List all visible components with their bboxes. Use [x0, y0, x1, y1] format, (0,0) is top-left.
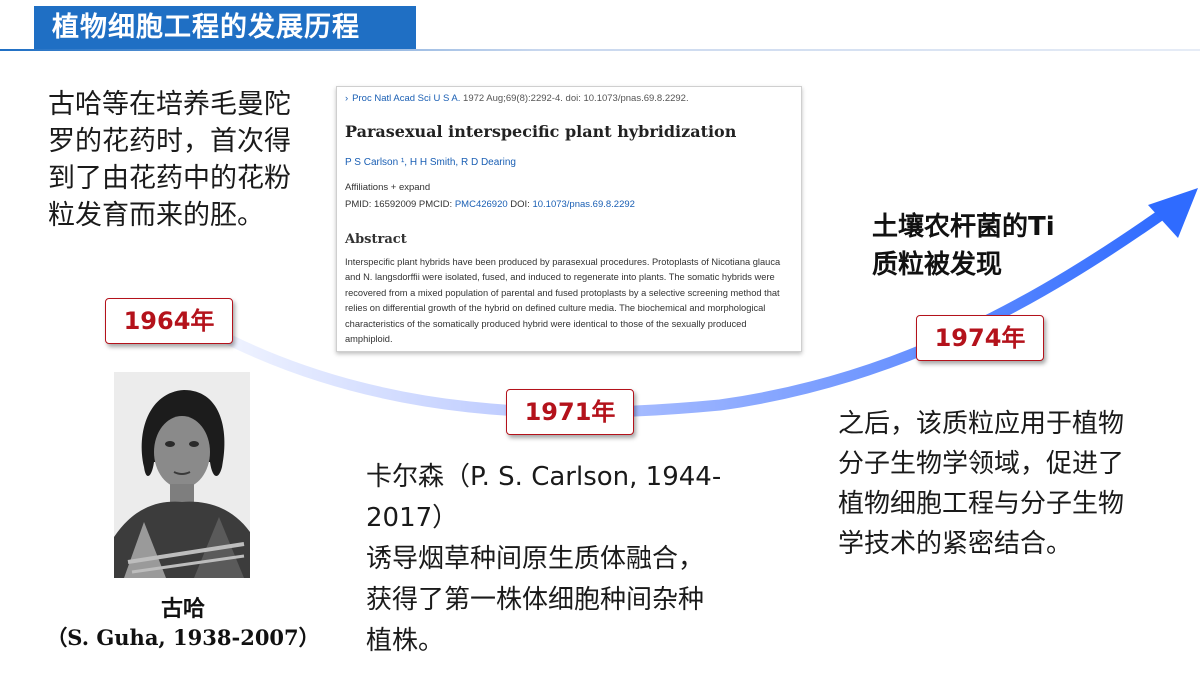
guha-portrait-photo [114, 372, 250, 578]
paper-pmcid-link[interactable]: PMC426920 [455, 199, 508, 210]
event-1971-text: 卡尔森（P. S. Carlson, 1944-2017） 诱导烟草种间原生质体… [366, 457, 786, 662]
journal-meta: 1972 Aug;69(8):2292-4. doi: 10.1073/pnas… [460, 93, 689, 104]
journal-name[interactable]: Proc Natl Acad Sci U S A. [352, 93, 460, 104]
paper-ids: PMID: 16592009 PMCID: PMC426920 DOI: 10.… [345, 199, 793, 210]
paper-title: Parasexual interspecific plant hybridiza… [345, 122, 737, 141]
portrait-caption-detail: （S. Guha, 1938-2007） [46, 625, 320, 650]
event-1974-title-line-2: 质粒被发现 [872, 250, 1003, 280]
event-1971-line-2: 诱导烟草种间原生质体融合， [366, 544, 705, 574]
portrait-caption-name: 古哈 [160, 596, 205, 622]
paper-doi-label: DOI: [507, 199, 533, 210]
abstract-text: Interspecific plant hybrids have been pr… [345, 257, 781, 345]
paper-abstract-card: › Proc Natl Acad Sci U S A. 1972 Aug;69(8… [336, 86, 802, 352]
year-1964-badge: 1964年 [105, 298, 233, 344]
year-1971-badge: 1971年 [506, 389, 634, 435]
event-1971-line-3: 获得了第一株体细胞种间杂种 [366, 585, 705, 615]
event-1971-line-4: 植株。 [366, 626, 445, 656]
event-1971-line-1: 卡尔森（P. S. Carlson, 1944-2017） [366, 462, 722, 533]
abstract-heading: Abstract [345, 232, 407, 247]
year-1974-badge: 1974年 [916, 315, 1044, 361]
paper-affiliations[interactable]: Affiliations + expand [345, 182, 793, 193]
event-1974-text: 之后，该质粒应用于植物分子生物学领域，促进了植物细胞工程与分子生物学技术的紧密结… [838, 409, 1125, 559]
chevron-right-icon: › [345, 93, 349, 104]
paper-authors[interactable]: P S Carlson ¹, H H Smith, R D Dearing [345, 157, 793, 168]
event-1974-title: 土壤农杆菌的Ti 质粒被发现 [872, 208, 1132, 284]
event-1964-text: 古哈等在培养毛曼陀罗的花药时，首次得到了由花药中的花粉粒发育而来的胚。 [48, 89, 291, 231]
paper-pmid: PMID: 16592009 PMCID: [345, 199, 455, 210]
paper-doi-link[interactable]: 10.1073/pnas.69.8.2292 [532, 199, 634, 210]
paper-journal-line: › Proc Natl Acad Sci U S A. 1972 Aug;69(8… [345, 93, 793, 104]
event-1974-title-line-1: 土壤农杆菌的Ti [872, 212, 1055, 242]
